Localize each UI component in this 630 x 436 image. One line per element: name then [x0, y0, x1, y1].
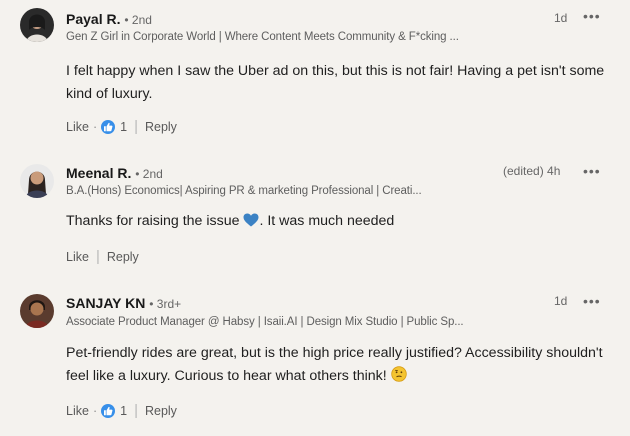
connection-degree: • 3rd+ [149, 297, 182, 311]
like-button[interactable]: Like [66, 404, 89, 418]
reply-button[interactable]: Reply [107, 250, 139, 264]
comment-actions: Like | Reply [66, 248, 139, 265]
comment-timestamp: 1d [554, 11, 568, 25]
reply-button[interactable]: Reply [145, 120, 177, 134]
comment-text-part: Pet-friendly rides are great, but is the… [66, 345, 603, 384]
author-headline: B.A.(Hons) Economics| Aspiring PR & mark… [66, 185, 422, 197]
comment-text-part: Thanks for raising the issue [66, 213, 244, 229]
like-reaction-icon[interactable] [101, 119, 116, 134]
separator-dot: · [92, 119, 98, 134]
comment-text: I felt happy when I saw the Uber ad on t… [66, 63, 605, 102]
ellipsis-icon[interactable]: ••• [583, 164, 601, 178]
comment-text: Pet-friendly rides are great, but is the… [66, 342, 606, 390]
ellipsis-icon[interactable]: ••• [583, 9, 601, 23]
author-name[interactable]: Meenal R. [66, 165, 131, 181]
like-button[interactable]: Like [66, 250, 89, 264]
author-headline: Gen Z Girl in Corporate World | Where Co… [66, 31, 459, 43]
comment-item: Payal R. • 2nd Gen Z Girl in Corporate W… [0, 0, 630, 150]
author-name[interactable]: SANJAY KN [66, 295, 145, 311]
connection-degree: • 2nd [135, 167, 163, 181]
avatar[interactable] [20, 8, 54, 42]
comment-item: Meenal R. • 2nd B.A.(Hons) Economics| As… [0, 150, 630, 286]
reply-button[interactable]: Reply [145, 404, 177, 418]
comment-text: Thanks for raising the issue . It was mu… [66, 210, 626, 235]
divider: | [134, 118, 138, 135]
author-line: Payal R. • 2nd [66, 11, 152, 27]
reaction-count[interactable]: 1 [120, 404, 127, 418]
divider: | [134, 402, 138, 419]
connection-degree: • 2nd [124, 13, 152, 27]
comment-text-part: . It was much needed [259, 213, 395, 229]
divider: | [95, 248, 100, 265]
author-name[interactable]: Payal R. [66, 11, 120, 27]
separator-dot: · [92, 403, 98, 418]
comment-item: SANJAY KN • 3rd+ Associate Product Manag… [0, 286, 630, 436]
like-button[interactable]: Like [66, 120, 89, 134]
author-line: SANJAY KN • 3rd+ [66, 295, 181, 311]
avatar[interactable] [20, 164, 54, 198]
like-reaction-icon[interactable] [101, 403, 116, 418]
avatar[interactable] [20, 294, 54, 328]
thinking-face-emoji-icon [390, 366, 407, 390]
comments-list: Payal R. • 2nd Gen Z Girl in Corporate W… [0, 0, 630, 436]
comment-timestamp: 1d [554, 294, 568, 308]
ellipsis-icon[interactable]: ••• [583, 294, 601, 308]
author-headline: Associate Product Manager @ Habsy | Isai… [66, 316, 464, 328]
comment-actions: Like · 1 | Reply [66, 402, 177, 419]
reaction-count[interactable]: 1 [120, 120, 127, 134]
comment-timestamp: (edited) 4h [503, 164, 561, 178]
comment-actions: Like · 1 | Reply [66, 118, 177, 135]
blue-heart-emoji-icon [243, 212, 259, 235]
author-line: Meenal R. • 2nd [66, 165, 163, 181]
